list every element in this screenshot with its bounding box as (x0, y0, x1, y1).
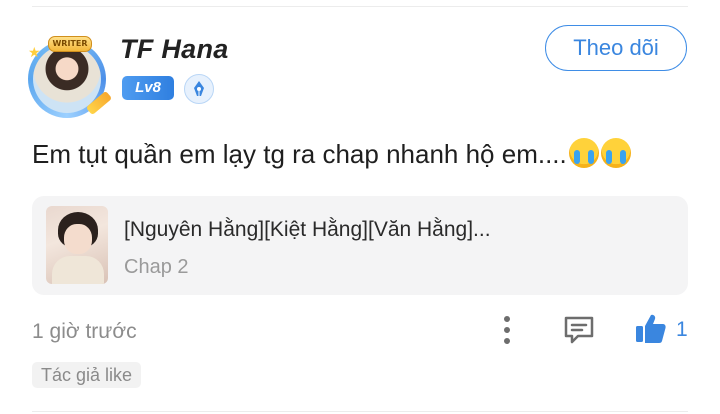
thumbs-up-icon (636, 314, 666, 343)
username[interactable]: TF Hana (120, 34, 229, 65)
bottom-divider (32, 411, 688, 412)
user-avatar[interactable]: WRITER ★ (24, 36, 114, 126)
author-like-tag: Tác giả like (32, 362, 142, 388)
pen-icon (184, 74, 214, 104)
story-card[interactable]: [Nguyên Hằng][Kiệt Hằng][Văn Hằng]... Ch… (32, 196, 688, 295)
top-divider (32, 6, 688, 7)
crying-emoji-icon (600, 138, 631, 168)
writer-badge: WRITER (48, 36, 92, 52)
like-button[interactable]: 1 (634, 312, 690, 348)
like-count: 1 (676, 318, 688, 341)
story-title: [Nguyên Hằng][Kiệt Hằng][Văn Hằng]... (124, 218, 491, 241)
story-chapter: Chap 2 (124, 256, 189, 278)
story-cover-image (46, 206, 108, 284)
comment-text: Em tụt quần em lạy tg ra chap nhanh hộ e… (32, 139, 567, 169)
more-vertical-icon[interactable] (497, 314, 517, 346)
comment-body: Em tụt quần em lạy tg ra chap nhanh hộ e… (32, 138, 631, 170)
level-badge: Lv8 (122, 76, 174, 100)
star-icon: ★ (28, 44, 41, 60)
follow-button[interactable]: Theo dõi (545, 25, 687, 71)
crying-emoji-icon (568, 138, 599, 168)
comment-icon[interactable] (562, 314, 596, 346)
comment-timestamp: 1 giờ trước (32, 320, 137, 343)
